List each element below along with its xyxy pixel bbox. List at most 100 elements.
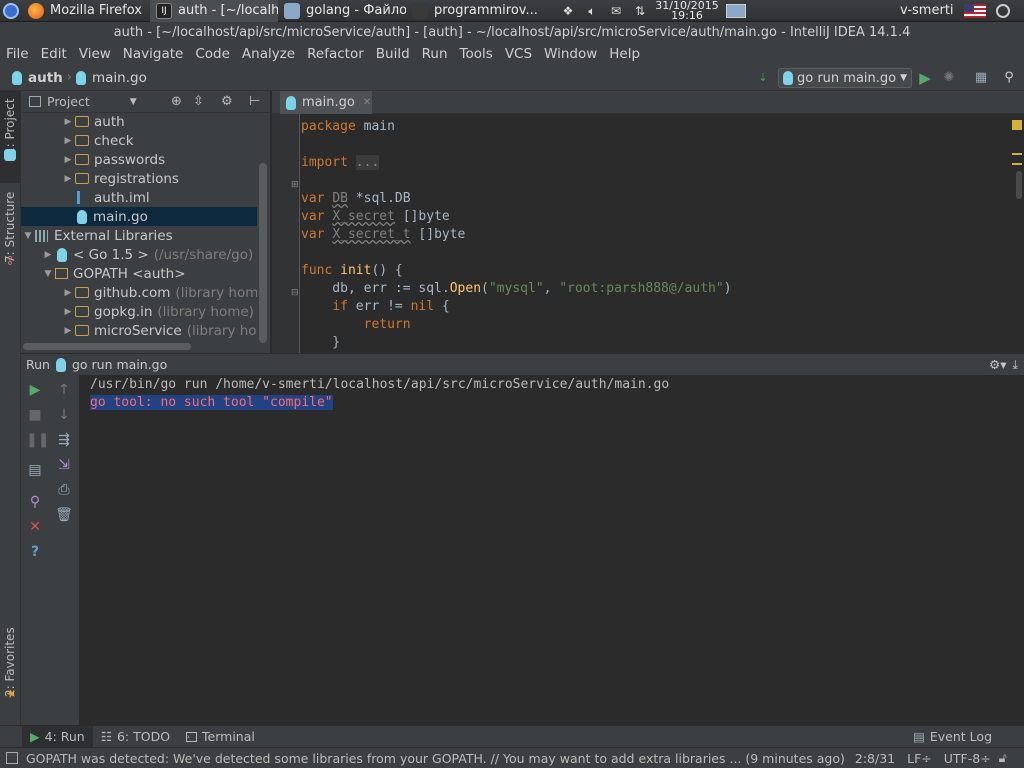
tree-row[interactable]: ▶ auth xyxy=(21,112,257,131)
collapsed-arrow-icon[interactable]: ▶ xyxy=(61,155,75,165)
code-line[interactable]: var X_secret []byte xyxy=(301,208,450,226)
run-panel-config-label[interactable]: go run main.go xyxy=(72,357,167,372)
tree-row[interactable]: ▶ passwords xyxy=(21,150,257,169)
search-icon[interactable]: ⚲ xyxy=(1000,69,1018,87)
menu-tools[interactable]: Tools xyxy=(454,44,499,65)
status-message[interactable]: GOPATH was detected: We've detected some… xyxy=(26,751,845,766)
tab-run[interactable]: ▶ 4: Run xyxy=(22,725,93,748)
tab-terminal[interactable]: › Terminal xyxy=(178,726,263,748)
editor-tab-main-go[interactable]: main.go ✕ xyxy=(280,91,372,114)
collapsed-arrow-icon[interactable]: ▶ xyxy=(61,307,75,317)
stop-icon[interactable]: ■ xyxy=(26,406,44,424)
menu-run[interactable]: Run xyxy=(416,44,454,65)
console-line[interactable]: go tool: no such tool "compile" xyxy=(90,394,333,412)
tree-row[interactable]: ▼ External Libraries xyxy=(21,226,257,245)
tree-row[interactable]: ▼ GOPATH <auth> xyxy=(21,264,257,283)
desktop-preview-icon[interactable] xyxy=(726,3,746,18)
lock-icon[interactable]: 🔓︎ xyxy=(999,750,1007,766)
tree-row[interactable]: main.go xyxy=(21,207,257,226)
collapsed-arrow-icon[interactable]: ▶ xyxy=(61,136,75,146)
project-view-selector[interactable]: Project xyxy=(47,94,90,109)
up-arrow-icon[interactable]: ↑ xyxy=(55,381,73,399)
menu-help[interactable]: Help xyxy=(603,44,646,65)
run-config-selector[interactable]: go run main.go ▼ xyxy=(778,68,912,88)
menu-view[interactable]: View xyxy=(73,44,117,65)
print-icon[interactable]: ⎙ xyxy=(55,481,73,499)
tab-event-log[interactable]: ▤ Event Log xyxy=(905,726,1000,748)
code-line[interactable]: import ... xyxy=(301,154,380,172)
down-arrow-icon[interactable]: ↓ xyxy=(55,406,73,424)
tab-structure[interactable]: 7: Structure ⚯ xyxy=(0,189,21,281)
error-stripe-marker[interactable] xyxy=(1012,153,1022,165)
power-icon[interactable] xyxy=(995,3,1010,18)
menu-code[interactable]: Code xyxy=(189,44,236,65)
code-line[interactable]: package main xyxy=(301,118,395,136)
gear-icon[interactable]: ⚙▾ xyxy=(989,357,1006,372)
soft-wrap-icon[interactable]: ⇶ xyxy=(55,431,73,449)
pause-icon[interactable]: ❚❚ xyxy=(26,431,49,449)
close-icon[interactable]: ✕ xyxy=(26,518,44,536)
tab-todo[interactable]: ☷ 6: TODO xyxy=(93,726,178,748)
expanded-arrow-icon[interactable]: ▼ xyxy=(21,231,35,241)
collapse-all-icon[interactable]: ⇳ xyxy=(193,94,204,109)
flag-icon[interactable] xyxy=(963,3,986,18)
tree-row[interactable]: ▶ github.com(library home) xyxy=(21,283,257,302)
network-icon[interactable]: ⇅ xyxy=(632,4,648,18)
collapsed-arrow-icon[interactable]: ▶ xyxy=(61,174,75,184)
menu-vcs[interactable]: VCS xyxy=(499,44,538,65)
taskbar-file-manager[interactable]: golang - Файло... xyxy=(278,0,406,22)
collapsed-arrow-icon[interactable]: ▶ xyxy=(61,117,75,127)
breadcrumb-project[interactable]: auth xyxy=(6,70,63,86)
menu-build[interactable]: Build xyxy=(370,44,416,65)
code-line[interactable]: return xyxy=(301,316,411,334)
code-line[interactable]: db, err := sql.Open("mysql", "root:parsh… xyxy=(301,280,731,298)
editor-gutter[interactable]: ⊞ ⊟ xyxy=(272,114,300,353)
gear-icon[interactable]: ⚙ xyxy=(221,94,233,109)
dump-threads-icon[interactable]: ▤ xyxy=(26,461,44,479)
chevron-down-icon[interactable]: ▼ xyxy=(130,97,137,107)
menu-navigate[interactable]: Navigate xyxy=(117,44,190,65)
tree-row[interactable]: ▶ microService(library home) xyxy=(21,321,257,340)
taskbar-chat[interactable]: programmirov... xyxy=(406,0,556,22)
tree-row[interactable]: ▶ gopkg.in (library home) xyxy=(21,302,257,321)
help-icon[interactable]: ? xyxy=(26,543,44,561)
run-console[interactable]: /usr/bin/go run /home/v-smerti/localhost… xyxy=(81,375,1024,725)
code-line[interactable]: var DB *sql.DB xyxy=(301,190,411,208)
os-menu-icon[interactable] xyxy=(0,0,22,22)
clock[interactable]: 31/10/2015 19:16 xyxy=(652,0,722,21)
collapsed-arrow-icon[interactable]: ▶ xyxy=(61,326,75,336)
menu-file[interactable]: File xyxy=(0,44,35,65)
tree-horizontal-scrollbar[interactable] xyxy=(23,343,191,350)
tree-row[interactable]: auth.iml xyxy=(21,188,257,207)
run-icon[interactable]: ▶ xyxy=(916,69,934,87)
editor-scrollbar[interactable] xyxy=(1016,171,1022,199)
fold-icon[interactable]: ⊞ xyxy=(291,180,299,190)
mail-icon[interactable]: ✉ xyxy=(608,4,624,18)
collapsed-arrow-icon[interactable]: ▶ xyxy=(61,288,75,298)
rerun-icon[interactable]: ▶ xyxy=(26,381,44,399)
menu-edit[interactable]: Edit xyxy=(35,44,73,65)
volume-icon[interactable]: 🔈︎ xyxy=(584,4,600,18)
locate-file-icon[interactable]: ⊕ xyxy=(171,94,182,109)
collapsed-arrow-icon[interactable]: ▶ xyxy=(41,250,55,260)
menu-refactor[interactable]: Refactor xyxy=(301,44,370,65)
taskbar-firefox[interactable]: Mozilla Firefox xyxy=(22,0,150,22)
tab-favorites[interactable]: 2: Favorites ★ xyxy=(0,621,21,713)
menu-analyze[interactable]: Analyze xyxy=(236,44,301,65)
line-separator[interactable]: LF÷ xyxy=(907,751,932,766)
hide-panel-icon[interactable]: ⊢ xyxy=(249,94,260,109)
console-line[interactable]: /usr/bin/go run /home/v-smerti/localhost… xyxy=(90,376,669,394)
sort-icon[interactable]: ⇣ xyxy=(754,69,772,87)
tree-row[interactable]: ▶ check xyxy=(21,131,257,150)
code-line[interactable]: } xyxy=(301,334,340,352)
project-structure-icon[interactable]: ▦ xyxy=(972,69,990,87)
code-line[interactable]: var X_secret_t []byte xyxy=(301,226,465,244)
inspection-status-icon[interactable] xyxy=(1012,120,1022,130)
close-icon[interactable]: ✕ xyxy=(363,97,371,108)
code-line[interactable]: func init() { xyxy=(301,262,403,280)
scroll-to-end-icon[interactable]: ⇲ xyxy=(55,456,73,474)
tree-row[interactable]: ▶ registrations xyxy=(21,169,257,188)
tab-project[interactable]: 1: Project xyxy=(0,91,21,183)
pin-tab-icon[interactable]: ⚲ xyxy=(26,493,44,511)
taskbar-intellij[interactable]: IJ auth - [~/localh... xyxy=(150,0,278,22)
